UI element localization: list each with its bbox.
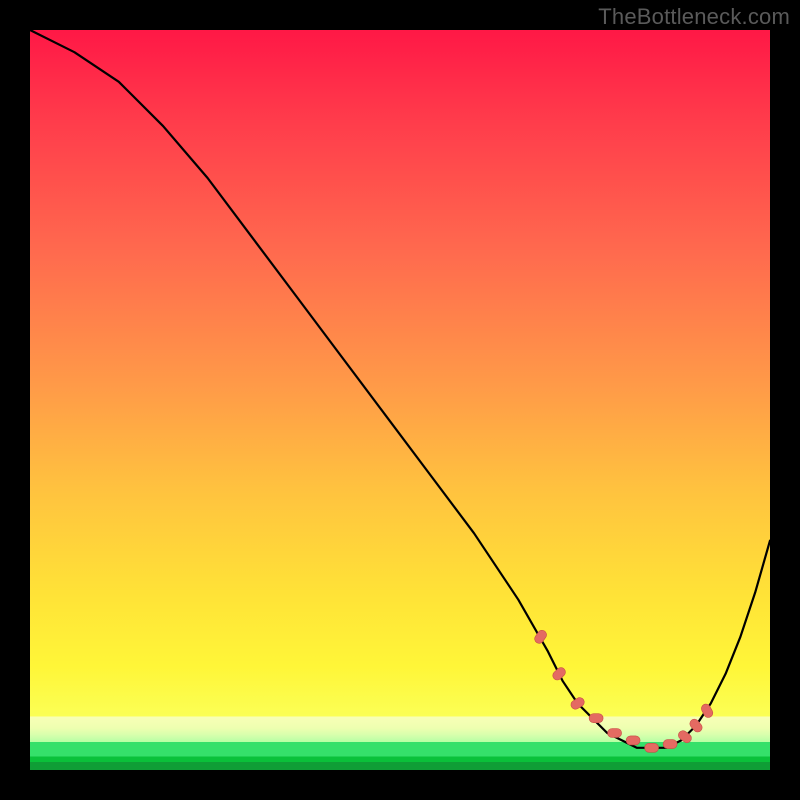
plot-area [30, 30, 770, 770]
bead-group [533, 628, 715, 752]
bead-marker [608, 729, 622, 738]
bead-marker [663, 740, 677, 749]
overlay-svg [30, 30, 770, 770]
chart-stage: TheBottleneck.com [0, 0, 800, 800]
bottleneck-curve [30, 30, 770, 748]
attribution-text: TheBottleneck.com [598, 4, 790, 30]
bead-marker [645, 743, 659, 752]
bead-marker [551, 666, 567, 682]
bead-marker [589, 714, 603, 723]
bead-marker [626, 736, 640, 745]
